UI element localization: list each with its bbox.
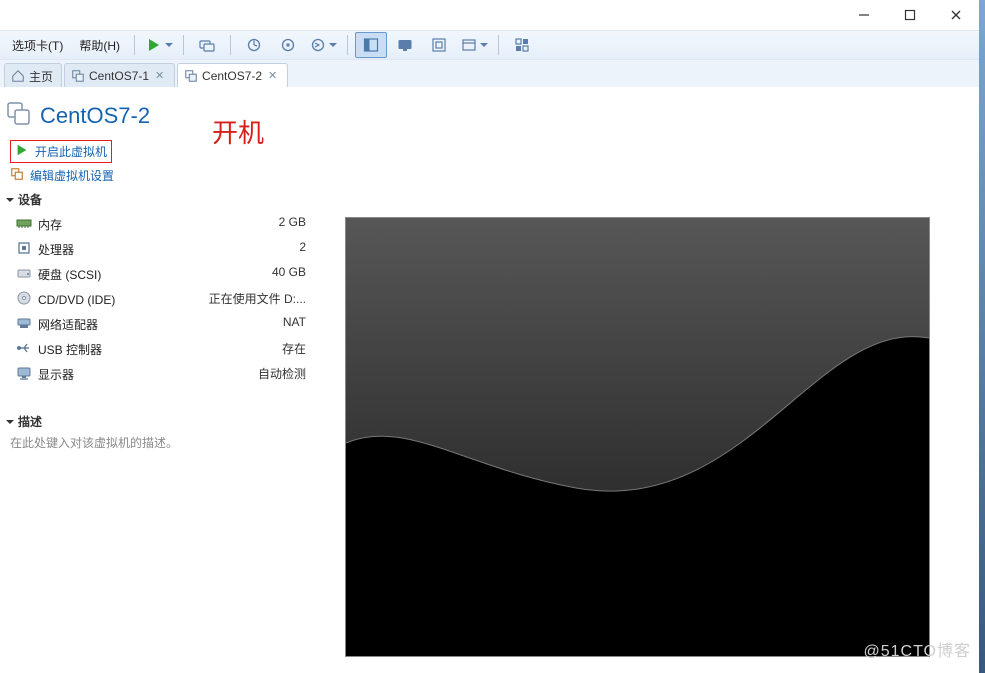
power-on-highlight-box: 开启此虚拟机 [10,140,112,163]
tab-label: 主页 [29,68,53,85]
menubar: 选项卡(T) 帮助(H) [0,30,985,60]
description-input[interactable]: 在此处键入对该虚拟机的描述。 [6,434,328,451]
power-on-vm-link[interactable]: 开启此虚拟机 [35,143,107,160]
chevron-down-icon [326,38,337,52]
play-icon [15,143,29,160]
tab-home[interactable]: 主页 [4,63,62,89]
home-icon [11,69,25,83]
menu-help[interactable]: 帮助(H) [71,34,128,57]
unity-mode-button[interactable] [457,32,491,58]
window-titlebar [0,0,985,30]
play-icon [146,37,162,53]
separator [134,35,135,55]
revert-icon [310,37,326,53]
hdd-icon [16,265,32,284]
send-ctrl-alt-del-button[interactable] [191,32,223,58]
separator [183,35,184,55]
view-side-icon [363,37,379,53]
cpu-icon [16,240,32,259]
device-row-cpu[interactable]: 处理器 2 [6,237,306,262]
fullscreen-button[interactable] [423,32,455,58]
snapshot-revert-button[interactable] [306,32,340,58]
snapshot-icon [246,37,262,53]
device-name: CD/DVD (IDE) [38,293,115,307]
device-name: 显示器 [38,366,74,383]
snapshot-manage-icon [280,37,296,53]
vm-title: CentOS7-2 [40,103,150,129]
vm-tab-icon [184,69,198,83]
tab-bar: 主页 CentOS7-1 ✕ CentOS7-2 ✕ [0,60,985,89]
tab-label: CentOS7-2 [202,69,262,83]
snapshot-manage-button[interactable] [272,32,304,58]
device-row-usb[interactable]: USB 控制器 存在 [6,337,306,362]
display-icon [16,365,32,384]
device-value: 2 GB [279,215,306,234]
preview-background [346,218,929,656]
window-maximize-button[interactable] [887,1,933,29]
usb-icon [16,340,32,359]
vm-tab-icon [71,69,85,83]
window-close-button[interactable] [933,1,979,29]
separator [230,35,231,55]
device-row-network[interactable]: 网络适配器 NAT [6,312,306,337]
device-name: 内存 [38,216,62,233]
window-right-edge [979,0,985,673]
separator [347,35,348,55]
power-on-button[interactable] [142,32,176,58]
device-value: NAT [283,315,306,334]
tab-close-button[interactable]: ✕ [153,70,166,83]
device-row-memory[interactable]: 内存 2 GB [6,212,306,237]
content-area: CentOS7-2 开启此虚拟机 编辑虚拟机设置 开机 设备 内存 [0,87,979,673]
view-console-button[interactable] [389,32,421,58]
device-name: 处理器 [38,241,74,258]
device-value: 存在 [282,340,306,359]
chevron-down-icon [162,38,173,52]
fullscreen-icon [431,37,447,53]
vm-header: CentOS7-2 [0,87,979,138]
separator [498,35,499,55]
device-value: 2 [299,240,306,259]
window-minimize-button[interactable] [841,1,887,29]
vm-preview[interactable] [345,217,930,657]
description-section-toggle[interactable]: 描述 [6,413,328,430]
device-name: 网络适配器 [38,316,98,333]
view-console-icon [397,37,413,53]
device-name: USB 控制器 [38,341,102,358]
thumbnails-icon [514,37,530,53]
device-row-display[interactable]: 显示器 自动检测 [6,362,306,387]
tab-close-button[interactable]: ✕ [266,70,279,83]
annotation-power-on: 开机 [212,113,264,150]
description-heading: 描述 [18,413,42,430]
vm-header-icon [6,101,32,130]
watermark: @51CTO博客 [863,637,971,661]
chevron-down-icon [477,38,488,52]
tab-label: CentOS7-1 [89,69,149,83]
devices-list: 内存 2 GB 处理器 2 硬盘 (SCSI) 40 GB [6,212,306,387]
device-value: 40 GB [272,265,306,284]
view-side-by-side-button[interactable] [355,32,387,58]
device-value: 自动检测 [258,365,306,384]
tab-centos7-2[interactable]: CentOS7-2 ✕ [177,63,288,89]
tab-centos7-1[interactable]: CentOS7-1 ✕ [64,63,175,89]
nic-icon [16,315,32,334]
memory-icon [16,215,32,234]
chevron-down-icon [6,198,14,206]
menu-tabs[interactable]: 选项卡(T) [4,34,71,57]
devices-section-toggle[interactable]: 设备 [6,191,328,208]
side-panel: 设备 内存 2 GB 处理器 2 硬盘 (SCSI) [6,177,328,451]
thumbnails-button[interactable] [506,32,538,58]
snapshot-take-button[interactable] [238,32,270,58]
chevron-down-icon [6,420,14,428]
device-value: 正在使用文件 D:... [209,290,306,309]
device-name: 硬盘 (SCSI) [38,266,101,283]
send-cad-icon [199,37,215,53]
device-row-cddvd[interactable]: CD/DVD (IDE) 正在使用文件 D:... [6,287,306,312]
device-row-hdd[interactable]: 硬盘 (SCSI) 40 GB [6,262,306,287]
devices-heading: 设备 [18,191,42,208]
unity-icon [461,37,477,53]
disc-icon [16,290,32,309]
